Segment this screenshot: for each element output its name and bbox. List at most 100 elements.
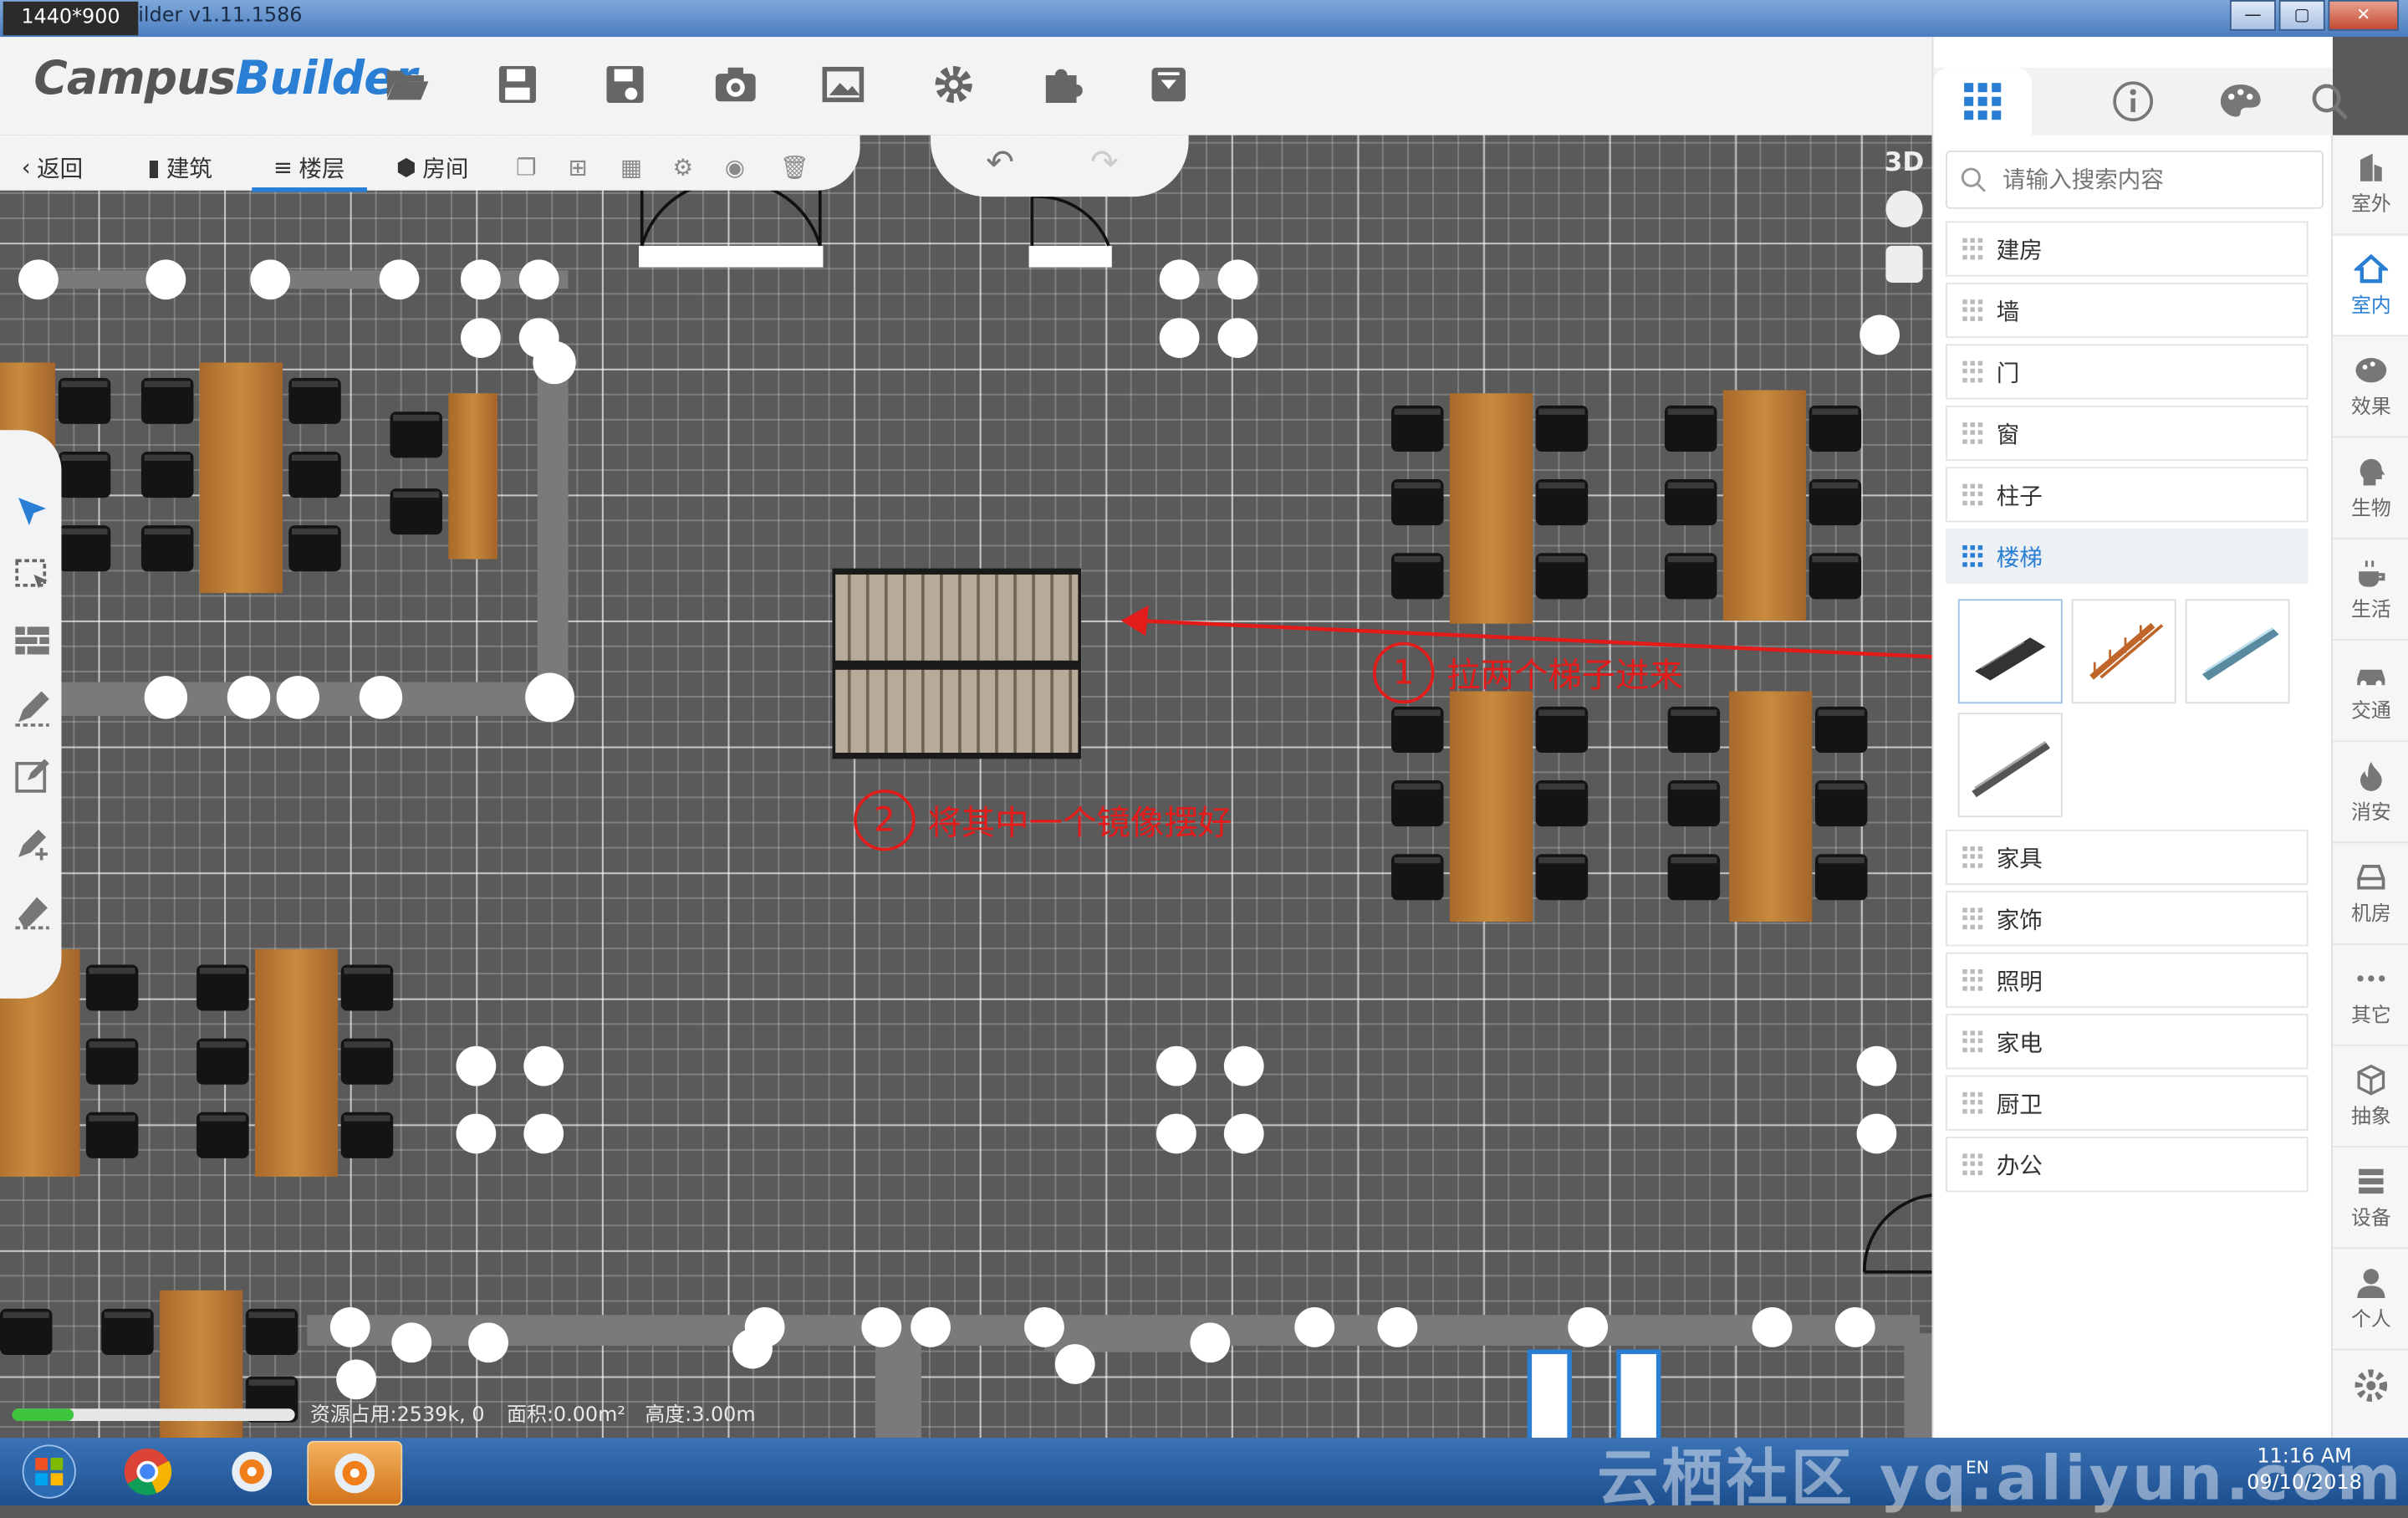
undo-icon[interactable]: ↶ [986, 145, 1014, 183]
back-button[interactable]: ‹ 返回 [22, 147, 83, 187]
floor-button[interactable]: ≡ 楼层 [252, 147, 367, 192]
drag-grid-icon [1962, 360, 1984, 383]
3d-toggle-button[interactable]: 3D [1876, 147, 1931, 178]
info-tab-icon[interactable] [2084, 68, 2182, 135]
step-1-text: 拉两个梯子进来 [1446, 657, 1684, 697]
scene-category-rail: 室外 室内 效果 生物 生活 交通 消安 机房 其它 抽象 设备 个人 [2331, 135, 2408, 1439]
grid-tab-icon[interactable] [1933, 67, 2032, 135]
category-item[interactable]: 家饰 [1946, 891, 2309, 947]
rail-item-life[interactable]: 生活 [2332, 541, 2408, 641]
drag-grid-icon [1962, 846, 1984, 868]
draw-pencil-icon[interactable] [13, 688, 55, 731]
category-item[interactable]: 窗 [1946, 405, 2309, 462]
maximize-button[interactable]: ▢ [2278, 0, 2325, 31]
view-cube-icon[interactable] [1885, 190, 1923, 227]
rail-item-outdoor[interactable]: 室外 [2332, 135, 2408, 236]
rail-item-other[interactable]: 其它 [2332, 946, 2408, 1046]
start-button[interactable] [3, 1441, 95, 1502]
minimize-button[interactable]: — [2229, 0, 2276, 31]
stair-model-thumb[interactable] [2071, 599, 2176, 704]
floor-plan-canvas[interactable] [0, 135, 1932, 1439]
category-item[interactable]: 门 [1946, 344, 2309, 400]
chrome-icon [124, 1449, 172, 1495]
category-item[interactable]: 墙 [1946, 282, 2309, 339]
eraser-icon[interactable] [13, 891, 55, 933]
rail-item-indoor[interactable]: 室内 [2332, 236, 2408, 337]
drag-grid-icon [1962, 907, 1984, 929]
rail-item-server-room[interactable]: 机房 [2332, 845, 2408, 945]
rail-item-abstract[interactable]: 抽象 [2332, 1048, 2408, 1148]
edit-box-icon[interactable] [13, 756, 55, 799]
drag-grid-icon [1962, 1030, 1984, 1052]
image-icon[interactable] [817, 59, 869, 110]
category-item-stairs[interactable]: 楼梯 [1946, 528, 2309, 584]
rack-icon [2359, 1168, 2384, 1194]
gear-icon[interactable] [2353, 1367, 2390, 1410]
eye-icon[interactable]: ◉ [725, 147, 745, 187]
rail-item-equipment[interactable]: 设备 [2332, 1149, 2408, 1250]
palette-tab-icon[interactable] [2191, 68, 2290, 135]
app-taskbar-button[interactable] [206, 1441, 298, 1502]
rail-item-traffic[interactable]: 交通 [2332, 642, 2408, 743]
redo-icon[interactable]: ↷ [1090, 145, 1119, 183]
category-item[interactable]: 家具 [1946, 829, 2309, 885]
category-item[interactable]: 柱子 [1946, 467, 2309, 523]
stair-model-thumb[interactable] [1957, 599, 2063, 704]
view-controls: 3D [1876, 147, 1931, 378]
step-1-number: 1 [1373, 641, 1435, 704]
room-button[interactable]: ⬢ 房间 [396, 147, 469, 187]
category-item[interactable]: 照明 [1946, 952, 2309, 1008]
save-icon[interactable] [492, 59, 543, 110]
drag-grid-icon [1962, 545, 1984, 567]
annotation-step-1: 1 拉两个梯子进来 [1373, 641, 1684, 704]
campusbuilder-taskbar-button[interactable] [307, 1440, 403, 1505]
cube-icon: ⬢ [395, 153, 416, 181]
category-item[interactable]: 建房 [1946, 221, 2309, 277]
camera-icon[interactable] [710, 59, 762, 110]
rail-item-fire-safety[interactable]: 消安 [2332, 744, 2408, 844]
save-as-icon[interactable] [599, 59, 650, 110]
wall-brick-icon[interactable] [13, 621, 55, 663]
drag-grid-icon [1962, 238, 1984, 260]
model-library-panel: 建房 墙 门 窗 柱子 楼梯 家具 家饰 照明 家电 厨卫 办公 [1931, 37, 2349, 1439]
search-icon [1961, 167, 1986, 192]
copy-icon[interactable]: ❐ [516, 147, 537, 187]
category-item[interactable]: 办公 [1946, 1137, 2309, 1193]
stack-icon[interactable]: ▦ [620, 147, 642, 187]
compass-icon[interactable] [1885, 245, 1923, 283]
search-box [1946, 150, 2324, 209]
annotation-step-2: 2 将其中一个镜像摆好 [854, 790, 1232, 851]
chrome-taskbar-button[interactable] [101, 1441, 193, 1502]
add-pen-icon[interactable] [13, 823, 55, 866]
cube-outline-icon [2357, 1064, 2385, 1096]
step-2-text: 将其中一个镜像摆好 [927, 805, 1232, 844]
rail-item-creatures[interactable]: 生物 [2332, 439, 2408, 539]
more-dots-icon [2357, 975, 2385, 982]
windows-logo-icon [22, 1444, 76, 1499]
home-icon [2354, 253, 2389, 284]
close-button[interactable]: ✕ [2328, 0, 2399, 31]
chevron-left-icon: ‹ [21, 153, 31, 181]
rail-item-personal[interactable]: 个人 [2332, 1250, 2408, 1351]
history-toolbar: ↶ ↷ [931, 135, 1189, 197]
trash-icon[interactable]: 🗑 [780, 147, 809, 187]
category-item[interactable]: 家电 [1946, 1014, 2309, 1070]
area-readout: 面积:0.00m² [507, 1403, 625, 1428]
folder-open-icon[interactable] [381, 59, 433, 110]
search-tab-icon[interactable] [2299, 68, 2360, 135]
sub-toolbar: ‹ 返回 ▮ 建筑 ≡ 楼层 ⬢ 房间 ❐ ⊞ ▦ ⚙ ◉ 🗑 [0, 135, 860, 192]
download-icon[interactable] [1143, 59, 1195, 110]
search-input[interactable] [1999, 160, 2314, 200]
stair-model-thumb[interactable] [1957, 713, 2063, 818]
plugin-icon[interactable] [1035, 59, 1087, 110]
add-floor-icon[interactable]: ⊞ [569, 147, 588, 187]
gear-icon[interactable]: ⚙ [672, 147, 693, 187]
settings-icon[interactable] [927, 59, 979, 110]
rail-item-effects[interactable]: 效果 [2332, 338, 2408, 438]
resolution-badge: 1440*900 [3, 1, 139, 36]
building-button[interactable]: ▮ 建筑 [147, 147, 212, 187]
select-arrow-icon[interactable] [13, 492, 55, 534]
box-select-icon[interactable] [13, 556, 55, 599]
category-item[interactable]: 厨卫 [1946, 1075, 2309, 1131]
stair-model-thumb[interactable] [2185, 599, 2290, 704]
